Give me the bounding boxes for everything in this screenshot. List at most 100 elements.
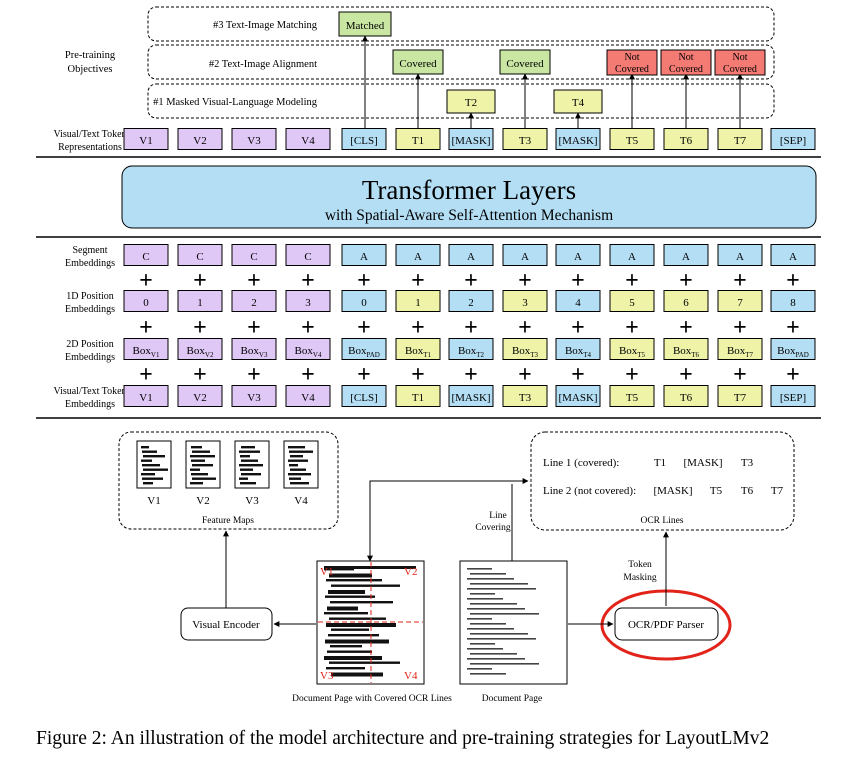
feature-thumb-line: [191, 459, 205, 462]
pos1d-token-11: 7: [737, 297, 743, 309]
ocr-line1-token-3: T3: [741, 457, 754, 469]
document-line: [467, 588, 536, 590]
document-line: [467, 598, 503, 600]
input-token-token-1: V2: [193, 392, 206, 404]
covered-line: [325, 639, 389, 644]
ocr-line2-token-1: [MASK]: [653, 485, 692, 497]
feature-map-label-v3: V3: [245, 495, 259, 507]
feature-thumb-line: [288, 446, 305, 449]
pos2d-label-line1: 2D Position: [66, 339, 114, 350]
feature-thumb-line: [240, 468, 253, 471]
plus-sign-1-9: +: [625, 315, 639, 341]
covered-header-bar: [324, 566, 416, 569]
pos1d-token-8: 4: [575, 297, 581, 309]
feature-thumb-line: [239, 477, 248, 480]
feature-thumb-line: [290, 482, 309, 485]
visual-encoder-label: Visual Encoder: [192, 619, 260, 631]
feature-thumb-line: [289, 450, 313, 453]
output-token-token-9: T5: [626, 135, 639, 147]
figure-caption: Figure 2: An illustration of the model a…: [36, 728, 769, 749]
output-token-token-4: [CLS]: [350, 135, 378, 147]
input-token-token-5: T1: [412, 392, 424, 404]
plus-sign-1-12: +: [786, 315, 800, 341]
input-token-token-4: [CLS]: [350, 392, 378, 404]
feature-thumb-line: [142, 464, 160, 467]
plus-sign-2-7: +: [518, 362, 532, 388]
document-line: [470, 593, 495, 595]
feature-thumb-line: [192, 450, 210, 453]
ocr-line1-token-2: [MASK]: [683, 457, 722, 469]
segment-token-3: C: [304, 251, 311, 263]
input-token-token-11: T7: [734, 392, 747, 404]
ocr-line2-token-2: T5: [710, 485, 723, 497]
document-line: [467, 668, 492, 670]
plus-sign-2-9: +: [625, 362, 639, 388]
document-line: [467, 658, 525, 660]
input-token-token-3: V4: [301, 392, 315, 404]
quadrant-label-v4: V4: [404, 670, 418, 682]
transformer-subtitle: with Spatial-Aware Self-Attention Mechan…: [325, 207, 613, 224]
quadrant-label-v2: V2: [404, 566, 417, 578]
feature-thumb-line: [290, 455, 303, 458]
output-token-token-12: [SEP]: [780, 135, 806, 147]
plus-sign-1-4: +: [357, 315, 371, 341]
feature-thumb-line: [143, 482, 153, 485]
document-line: [467, 618, 492, 620]
document-line: [470, 623, 506, 625]
segment-token-4: A: [360, 251, 368, 263]
objective-2-label: #2 Text-Image Alignment: [209, 59, 317, 70]
segment-token-12: A: [789, 251, 797, 263]
transformer-title: Transformer Layers: [362, 175, 576, 205]
pos2d-label-line2: Embeddings: [65, 352, 115, 363]
line-covering-label-1: Line: [489, 511, 506, 521]
token-masking-label-1: Token: [628, 560, 652, 570]
feature-thumb-line: [143, 455, 165, 458]
plus-sign-0-6: +: [464, 268, 478, 294]
plus-sign-0-5: +: [411, 268, 425, 294]
document-line: [470, 583, 528, 585]
input-token-label-line1: Visual/Text Token: [53, 386, 126, 397]
not-covered-label-t7-line1: Not: [733, 52, 748, 63]
not-covered-label-t7-line2: Covered: [723, 64, 757, 75]
plus-sign-1-8: +: [571, 315, 585, 341]
feature-thumbnails: [136, 440, 319, 489]
pipeline-arrows: [223, 478, 669, 627]
document-line: [467, 648, 503, 650]
transformer-block: Transformer Layers with Spatial-Aware Se…: [121, 165, 817, 229]
token-masking-label-2: Masking: [623, 573, 657, 583]
plus-sign-1-0: +: [139, 315, 153, 341]
plus-sign-1-10: +: [679, 315, 693, 341]
feature-thumb-line: [289, 464, 298, 467]
segment-token-5: A: [414, 251, 422, 263]
document-line: [470, 673, 506, 675]
plus-sign-0-3: +: [301, 268, 315, 294]
feature-thumb-line: [239, 464, 263, 467]
feature-thumb-line: [143, 468, 168, 471]
output-token-token-6: [MASK]: [451, 135, 490, 147]
plus-sign-2-2: +: [247, 362, 261, 388]
feature-thumb-line: [141, 473, 155, 476]
pretraining-objectives: Pre-training Objectives #3 Text-Image Ma…: [65, 6, 775, 128]
objectives-label-line1: Pre-training: [65, 50, 116, 61]
not-covered-label-t6-line1: Not: [679, 52, 694, 63]
document-line: [467, 578, 514, 580]
plus-sign-2-4: +: [357, 362, 371, 388]
matched-label: Matched: [346, 20, 385, 32]
pos1d-token-12: 8: [790, 297, 796, 309]
segment-token-7: A: [521, 251, 529, 263]
ocr-line2-label: Line 2 (not covered):: [543, 485, 636, 497]
line-covering-label-2: Covering: [475, 523, 511, 533]
input-token-token-10: T6: [680, 392, 693, 404]
segment-label-line1: Segment: [73, 245, 108, 256]
segment-token-2: C: [250, 251, 257, 263]
plus-sign-0-0: +: [139, 268, 153, 294]
not-covered-label-t6-line2: Covered: [669, 64, 703, 75]
ocr-lines-panel: Line 1 (covered): T1 [MASK] T3 Line 2 (n…: [530, 431, 795, 531]
feature-thumb-line: [191, 446, 202, 449]
feature-thumb-line: [241, 459, 258, 462]
ocr-line1-token-1: T1: [654, 457, 666, 469]
document-line: [467, 638, 536, 640]
segment-token-9: A: [628, 251, 636, 263]
plus-sign-1-1: +: [193, 315, 207, 341]
document-line: [470, 633, 528, 635]
